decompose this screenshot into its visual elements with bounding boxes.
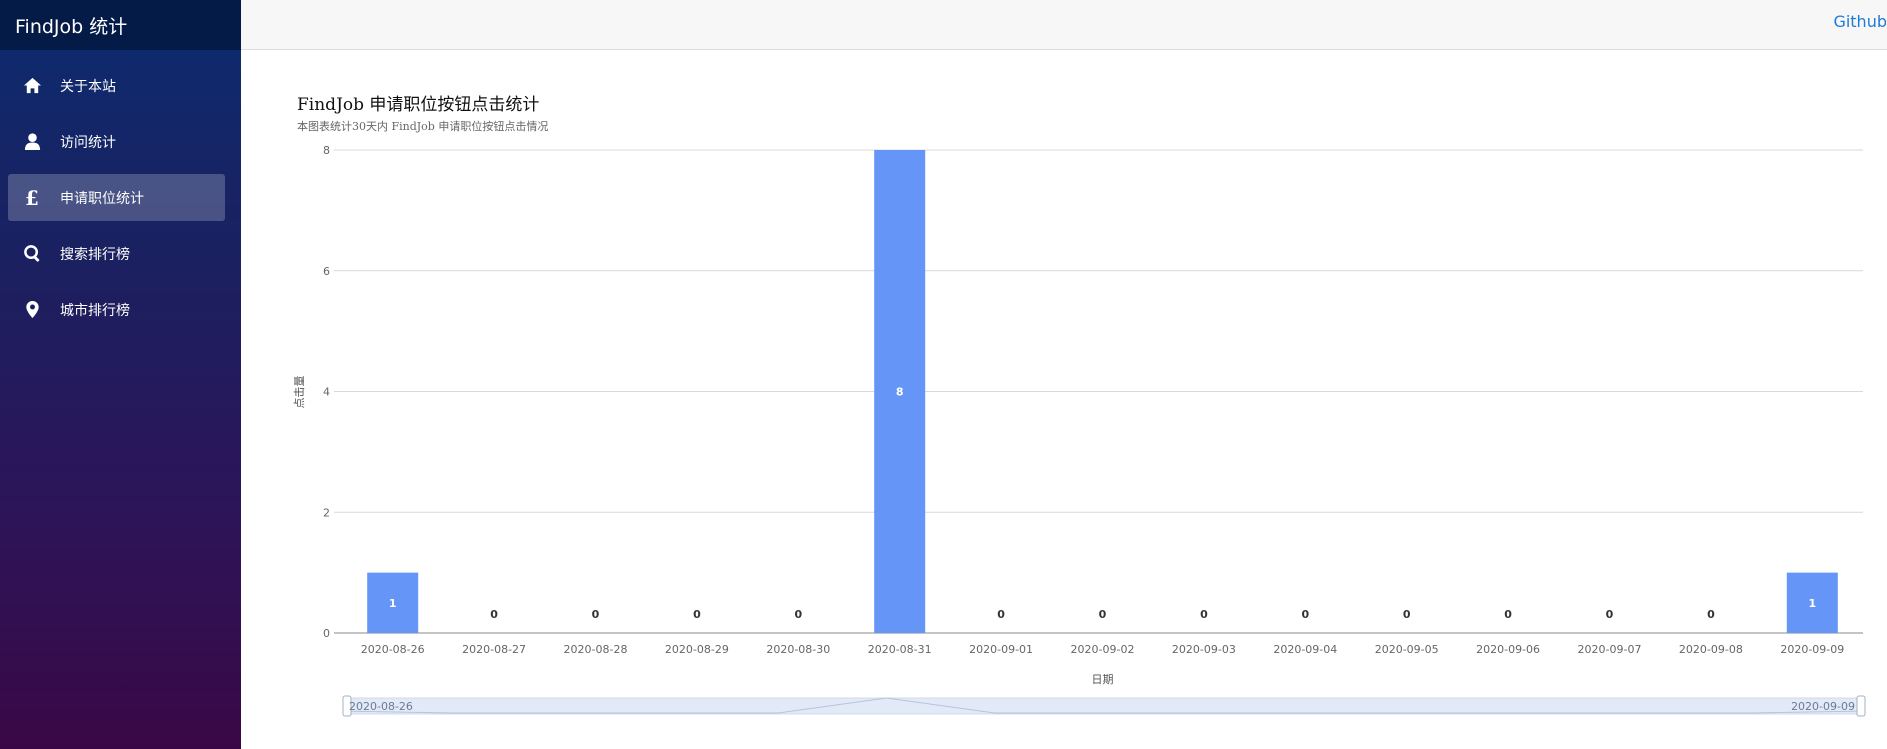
y-tick-label: 4 [323, 386, 330, 399]
sidebar-item-search-ranking[interactable]: 搜索排行榜 [8, 230, 225, 277]
sidebar-item-label: 申请职位统计 [60, 190, 144, 207]
bar-value-label: 0 [1707, 608, 1715, 621]
y-tick-label: 0 [323, 627, 330, 640]
search-icon [22, 244, 42, 264]
home-icon [22, 76, 42, 96]
x-tick-label: 2020-08-30 [766, 643, 830, 656]
x-tick-label: 2020-09-04 [1273, 643, 1337, 656]
bar-value-label: 1 [1808, 597, 1816, 610]
x-tick-label: 2020-08-29 [665, 643, 729, 656]
zoom-start-label: 2020-08-26 [349, 700, 413, 713]
bar-value-label: 0 [1200, 608, 1208, 621]
sidebar-item-label: 关于本站 [60, 78, 116, 95]
zoom-end-label: 2020-09-09 [1791, 700, 1855, 713]
x-tick-label: 2020-08-28 [564, 643, 628, 656]
sidebar-menu: 关于本站 访问统计 £ 申请职位统计 搜索排行榜 城市排行榜 [0, 50, 241, 333]
sidebar-item-label: 访问统计 [60, 134, 116, 151]
bar-value-label: 0 [490, 608, 498, 621]
x-tick-label: 2020-09-05 [1375, 643, 1439, 656]
github-link[interactable]: Github [1833, 12, 1887, 31]
map-marker-icon [22, 300, 42, 320]
y-axis-label: 点击量 [293, 376, 306, 409]
x-tick-label: 2020-08-26 [361, 643, 425, 656]
sidebar-item-label: 搜索排行榜 [60, 246, 130, 263]
bar-value-label: 0 [1504, 608, 1512, 621]
sidebar-item-about[interactable]: 关于本站 [8, 62, 225, 109]
bar-value-label: 0 [997, 608, 1005, 621]
x-tick-label: 2020-09-01 [969, 643, 1033, 656]
bar-value-label: 0 [1301, 608, 1309, 621]
pound-icon: £ [25, 185, 39, 210]
bar-value-label: 0 [1606, 608, 1614, 621]
bar-value-label: 8 [896, 386, 904, 399]
bar-value-label: 0 [794, 608, 802, 621]
bar-value-label: 0 [1099, 608, 1107, 621]
x-axis-label: 日期 [1092, 673, 1114, 686]
chart-container: 0 2 4 6 8 点击量 1 2020-08-26 0 2020-08-27 0 2020-08-2… [241, 50, 1887, 749]
sidebar-item-label: 城市排行榜 [60, 302, 130, 319]
bar-value-label: 0 [592, 608, 600, 621]
sidebar-item-visits[interactable]: 访问统计 [8, 118, 225, 165]
sidebar-item-apply-stats[interactable]: £ 申请职位统计 [8, 174, 225, 221]
sidebar-item-city-ranking[interactable]: 城市排行榜 [8, 286, 225, 333]
x-tick-label: 2020-09-03 [1172, 643, 1236, 656]
bar-chart: 0 2 4 6 8 点击量 1 2020-08-26 0 2020-08-27 0 2020-08-2… [293, 144, 1866, 717]
bar-value-label: 0 [693, 608, 701, 621]
chart-title: FindJob 申请职位按钮点击统计 [297, 95, 540, 115]
y-tick-label: 8 [323, 144, 330, 157]
sidebar: FindJob 统计 关于本站 访问统计 £ 申请职位统计 搜索排行榜 城市排行… [0, 0, 241, 749]
bar-value-label: 1 [389, 597, 397, 610]
topbar: Github [241, 0, 1887, 50]
x-tick-label: 2020-09-02 [1071, 643, 1135, 656]
zoom-handle-right[interactable] [1856, 695, 1866, 717]
bar-value-label: 0 [1403, 608, 1411, 621]
x-tick-label: 2020-09-06 [1476, 643, 1540, 656]
x-tick-label: 2020-09-08 [1679, 643, 1743, 656]
x-tick-label: 2020-08-31 [868, 643, 932, 656]
x-tick-label: 2020-08-27 [462, 643, 526, 656]
x-tick-label: 2020-09-09 [1780, 643, 1844, 656]
app-root: FindJob 统计 关于本站 访问统计 £ 申请职位统计 搜索排行榜 城市排行… [0, 0, 1887, 749]
chart-subtitle: 本图表统计30天内 FindJob 申请职位按钮点击情况 [297, 120, 549, 133]
y-tick-label: 6 [323, 265, 330, 278]
y-tick-label: 2 [323, 506, 330, 519]
zoom-slider-track[interactable] [344, 697, 1862, 715]
x-tick-label: 2020-09-07 [1578, 643, 1642, 656]
brand-title[interactable]: FindJob 统计 [0, 0, 241, 50]
user-icon [22, 132, 42, 152]
